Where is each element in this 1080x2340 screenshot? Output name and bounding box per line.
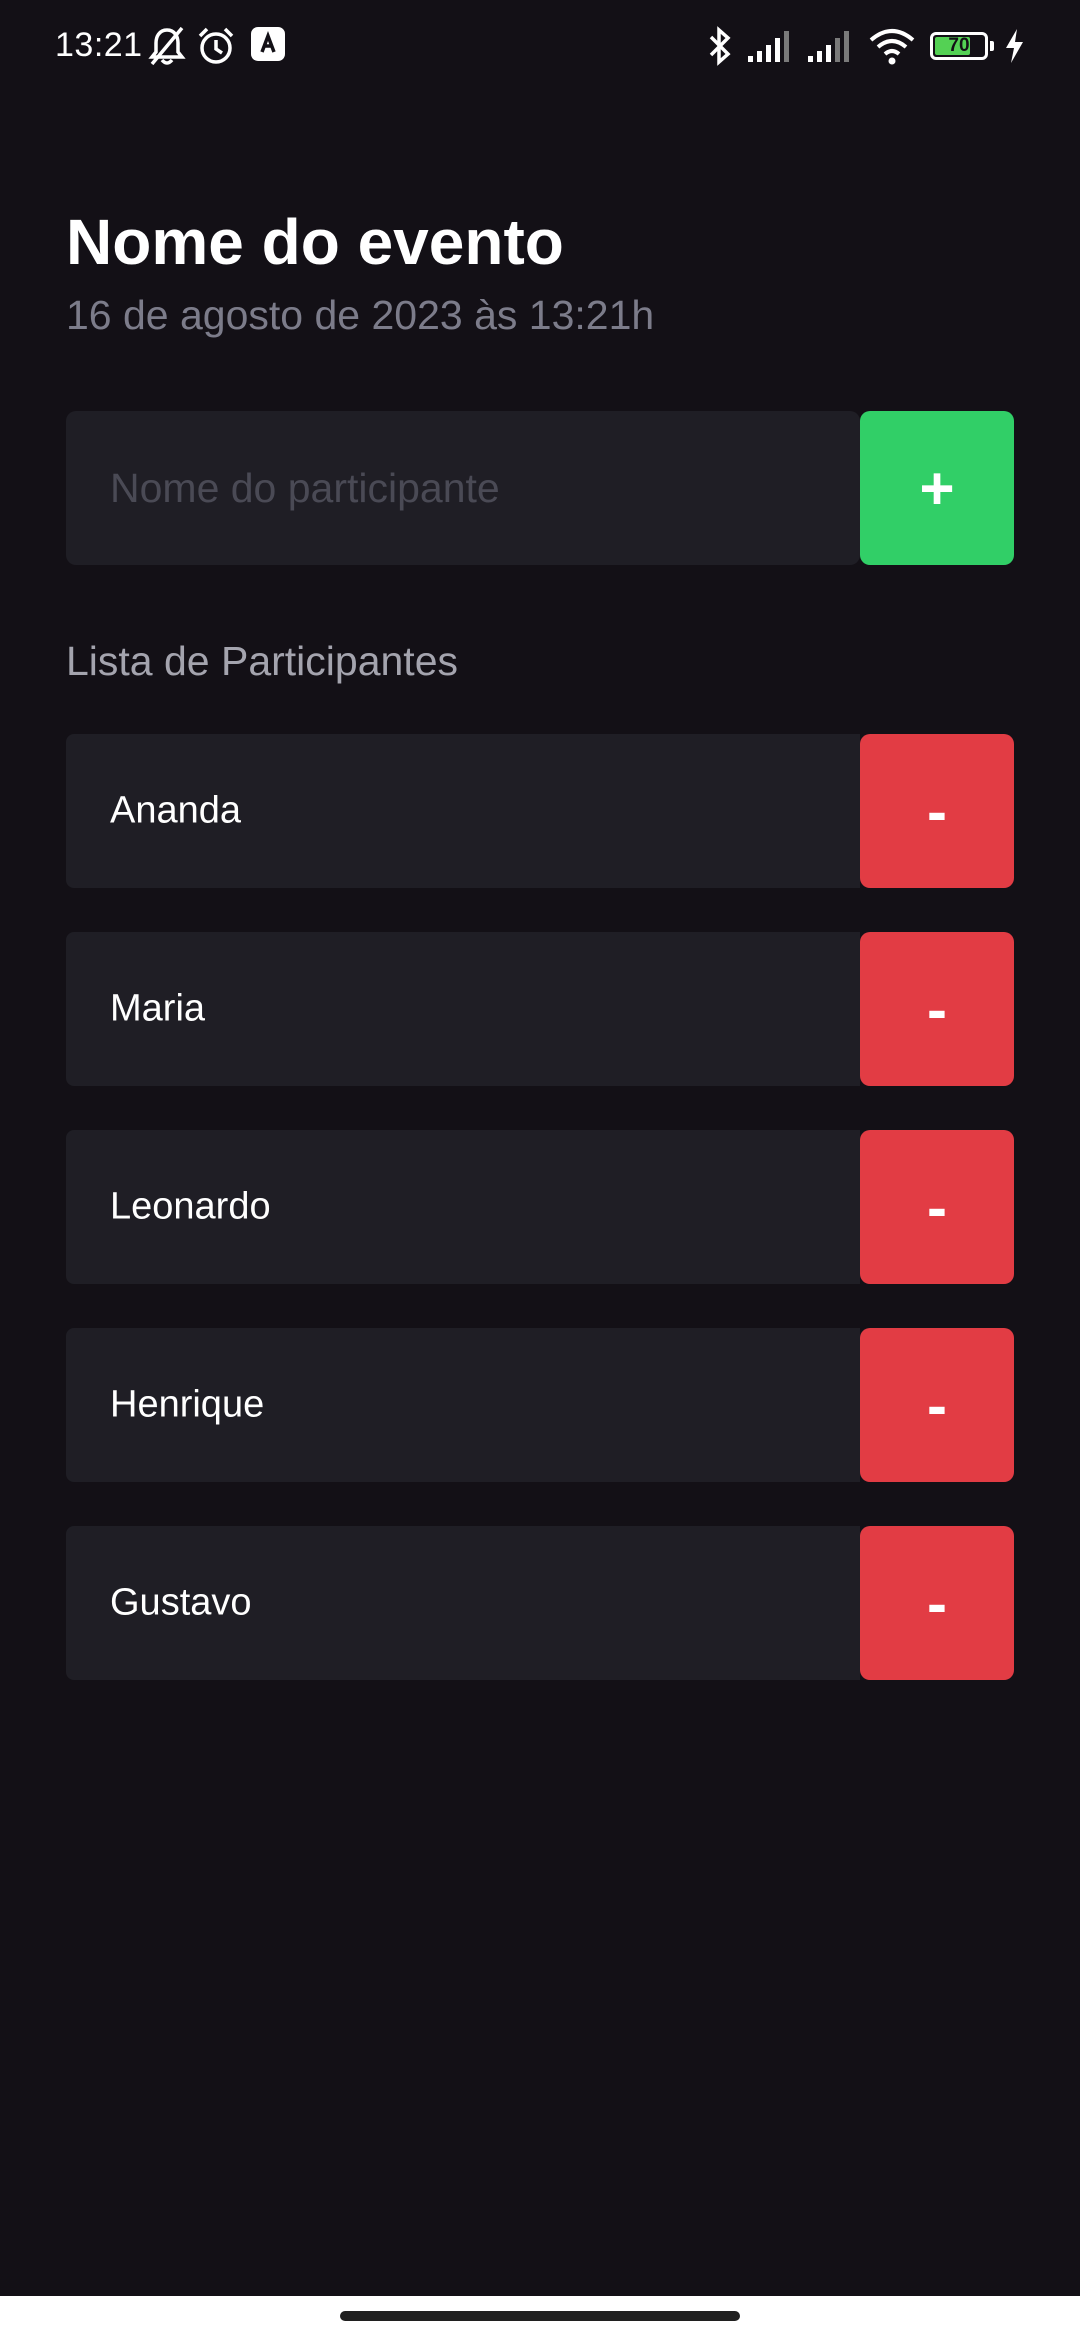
- navigation-bar: [0, 2296, 1080, 2340]
- remove-participant-button[interactable]: -: [860, 1526, 1014, 1680]
- minus-icon: -: [927, 1371, 947, 1439]
- add-participant-form: +: [66, 411, 1014, 565]
- participant-name-input[interactable]: [66, 411, 860, 565]
- remove-participant-button[interactable]: -: [860, 734, 1014, 888]
- event-title: Nome do evento: [66, 206, 564, 278]
- participant-card: Gustavo: [66, 1526, 860, 1680]
- signal-icon: [748, 31, 789, 62]
- participant-card: Leonardo: [66, 1130, 860, 1284]
- charging-icon: [1006, 29, 1023, 63]
- signal-icon: [808, 31, 849, 62]
- participant-name: Gustavo: [110, 1581, 252, 1624]
- remove-participant-button[interactable]: -: [860, 932, 1014, 1086]
- wifi-icon: [869, 29, 915, 65]
- participant-name: Henrique: [110, 1383, 265, 1426]
- participant-item: Maria -: [66, 932, 1014, 1086]
- status-time: 13:21: [55, 26, 143, 64]
- minus-icon: -: [927, 975, 947, 1043]
- remove-participant-button[interactable]: -: [860, 1130, 1014, 1284]
- participant-item: Leonardo -: [66, 1130, 1014, 1284]
- event-date: 16 de agosto de 2023 às 13:21h: [66, 292, 655, 338]
- participant-name: Maria: [110, 987, 206, 1030]
- participants-list-title: Lista de Participantes: [66, 638, 459, 684]
- participant-card: Maria: [66, 932, 860, 1086]
- minus-icon: -: [927, 1173, 947, 1241]
- participant-name: Ananda: [110, 789, 242, 832]
- home-gesture-handle[interactable]: [340, 2311, 740, 2321]
- bluetooth-icon: [709, 26, 731, 66]
- alarm-icon: [198, 27, 234, 64]
- plus-icon: +: [919, 454, 955, 522]
- participant-card: Henrique: [66, 1328, 860, 1482]
- participant-card: Ananda: [66, 734, 860, 888]
- participant-item: Ananda -: [66, 734, 1014, 888]
- participant-item: Henrique -: [66, 1328, 1014, 1482]
- participant-name: Leonardo: [110, 1185, 271, 1228]
- participant-item: Gustavo -: [66, 1526, 1014, 1680]
- bell-off-icon: [148, 26, 186, 66]
- minus-icon: -: [927, 777, 947, 845]
- app-notification-icon: [251, 27, 285, 61]
- minus-icon: -: [927, 1569, 947, 1637]
- remove-participant-button[interactable]: -: [860, 1328, 1014, 1482]
- battery-level: 70: [948, 35, 970, 56]
- battery-icon: 70: [930, 32, 994, 60]
- status-bar: 13:21 70: [0, 0, 1080, 96]
- add-participant-button[interactable]: +: [860, 411, 1014, 565]
- participants-list: Ananda - Maria - Leonardo - Henrique - Gustavo -: [66, 734, 1014, 1724]
